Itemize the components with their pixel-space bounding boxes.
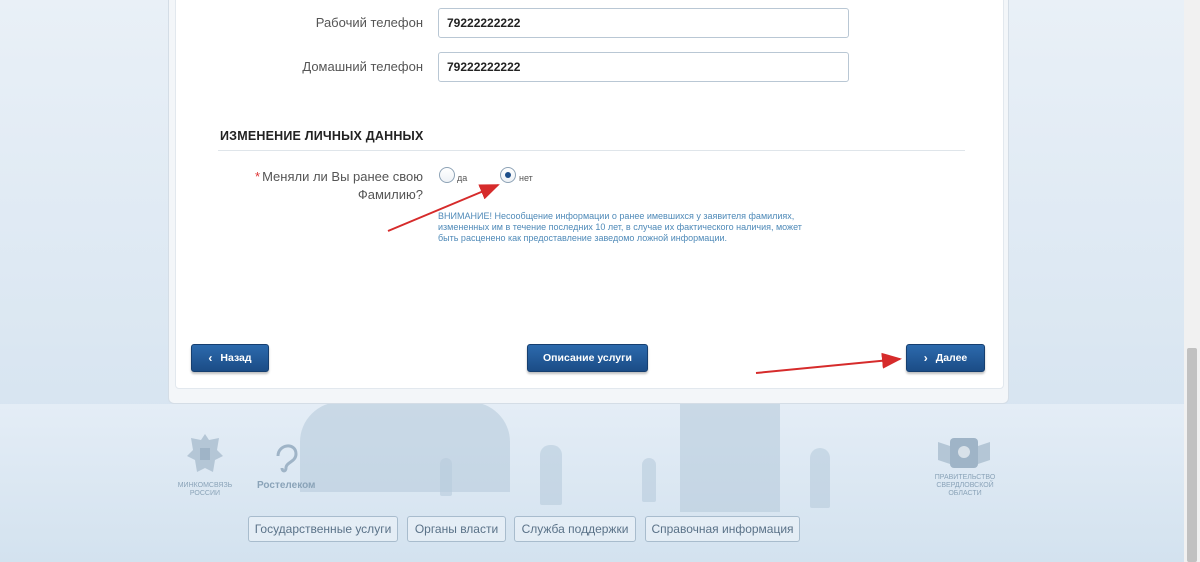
service-description-button[interactable]: Описание услуги (527, 344, 648, 372)
question-text-line1: Меняли ли Вы ранее свою (262, 169, 423, 184)
surname-change-question: * Меняли ли Вы ранее свою Фамилию? (230, 168, 423, 204)
home-phone-label: Домашний телефон (302, 59, 423, 74)
rostelecom-logo-icon (272, 440, 300, 474)
footer-link-gosuslugi[interactable]: Государственные услуги (248, 516, 398, 542)
footer-logo-left-text: МИНКОМСВЯЗЬ РОССИИ (177, 482, 233, 497)
person-silhouette (540, 445, 562, 505)
footer-logo-rostelecom: Ростелеком (257, 480, 316, 491)
footer-link-support[interactable]: Служба поддержки (514, 516, 636, 542)
warning-text: ВНИМАНИЕ! Несообщение информации о ранее… (438, 211, 802, 243)
chevron-left-icon: ‹ (208, 351, 213, 365)
footer-logo-right-text: ПРАВИТЕЛЬСТВО СВЕРДЛОВСКОЙ ОБЛАСТИ (934, 474, 996, 497)
section-title: ИЗМЕНЕНИЕ ЛИЧНЫХ ДАННЫХ (220, 129, 424, 143)
question-text-line2: Фамилию? (357, 187, 423, 202)
footer-link-reference[interactable]: Справочная информация (645, 516, 800, 542)
work-phone-label: Рабочий телефон (315, 15, 423, 30)
next-button[interactable]: › Далее (906, 344, 985, 372)
person-silhouette (642, 458, 656, 502)
chevron-right-icon: › (923, 351, 928, 365)
radio-yes-label: да (457, 173, 468, 183)
required-mark: * (255, 169, 261, 184)
work-phone-input[interactable]: 79222222222 (438, 8, 849, 38)
coat-of-arms-russia-icon (183, 430, 227, 478)
coat-of-arms-sverdlovsk-icon (936, 432, 992, 472)
home-phone-input[interactable]: 79222222222 (438, 52, 849, 82)
radio-yes[interactable] (439, 167, 455, 183)
back-button[interactable]: ‹ Назад (191, 344, 269, 372)
radio-no[interactable] (500, 167, 516, 183)
building-silhouette (300, 402, 510, 492)
footer-link-organs[interactable]: Органы власти (407, 516, 506, 542)
section-divider (218, 150, 965, 151)
service-description-label: Описание услуги (543, 352, 632, 364)
scrollbar-thumb[interactable] (1187, 348, 1197, 562)
person-silhouette (440, 458, 452, 496)
back-button-label: Назад (220, 352, 252, 364)
next-button-label: Далее (935, 352, 968, 364)
building-silhouette (680, 402, 780, 512)
page-scrollbar[interactable] (1184, 0, 1200, 562)
person-silhouette (810, 448, 830, 508)
radio-no-label: нет (519, 173, 533, 183)
